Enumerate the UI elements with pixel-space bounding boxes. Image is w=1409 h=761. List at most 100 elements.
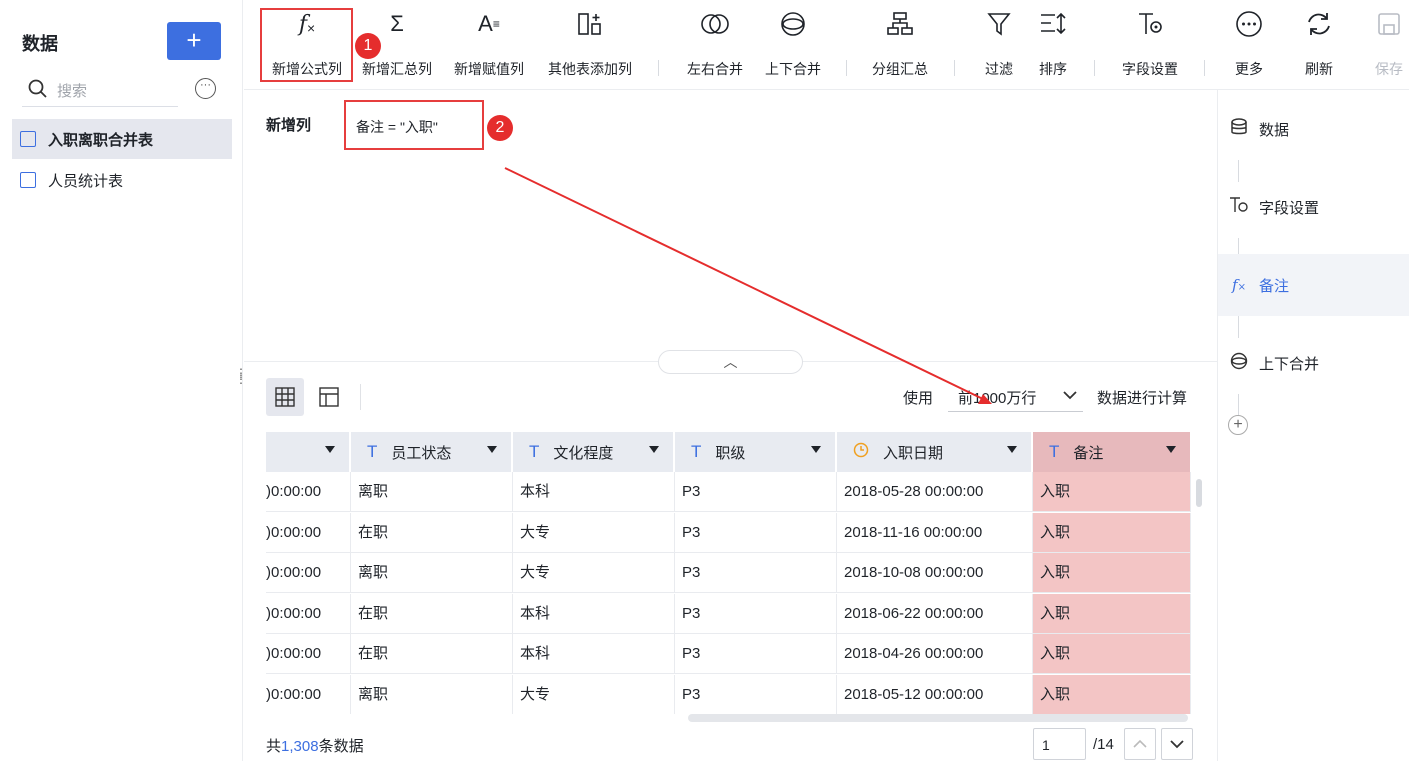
table-cell[interactable]: 大专 (513, 674, 675, 714)
step-label: 数据 (1259, 121, 1290, 139)
table-cell[interactable]: 入职 (1033, 634, 1191, 674)
table-cell[interactable]: )0:00:00 (266, 593, 351, 634)
step-item-join-vertical[interactable]: 上下合并 (1218, 332, 1409, 394)
table-cell[interactable]: 在职 (351, 593, 513, 634)
table-cell[interactable]: 2018-11-16 00:00:00 (837, 512, 1033, 553)
table-cell[interactable]: 本科 (513, 593, 675, 634)
save-button[interactable]: 保存 (1364, 8, 1409, 84)
add-step-icon[interactable]: + (1228, 415, 1248, 435)
table-cell[interactable]: )0:00:00 (266, 634, 351, 674)
table-cell[interactable]: 2018-06-22 00:00:00 (837, 593, 1033, 634)
row-limit-select[interactable]: 前1000万行 (948, 380, 1083, 412)
table-cell[interactable]: 大专 (513, 512, 675, 553)
table-cell[interactable]: 在职 (351, 512, 513, 553)
table-cell[interactable]: P3 (675, 472, 837, 512)
table-cell[interactable]: P3 (675, 512, 837, 553)
column-header[interactable]: T 职级 (675, 432, 836, 472)
field-settings-icon (1219, 196, 1259, 218)
more-button[interactable]: 更多 (1224, 8, 1274, 84)
sort-icon (1028, 8, 1078, 40)
table-cell[interactable]: 入职 (1033, 472, 1191, 512)
dropdown-arrow-icon[interactable] (1007, 446, 1017, 453)
layout-view-button[interactable] (310, 378, 348, 416)
total-suffix: 条数据 (318, 738, 364, 755)
table-cell[interactable]: 入职 (1033, 553, 1191, 593)
table-cell[interactable]: 大专 (513, 553, 675, 593)
column-header[interactable] (266, 432, 350, 472)
step-item-field-settings[interactable]: 字段设置 (1218, 176, 1409, 238)
dropdown-arrow-icon[interactable] (649, 446, 659, 453)
toolbar-label: 其他表添加列 (548, 61, 632, 77)
table-cell[interactable]: 2018-04-26 00:00:00 (837, 634, 1033, 674)
table-cell[interactable]: 在职 (351, 634, 513, 674)
dropdown-arrow-icon[interactable] (325, 446, 335, 453)
total-number: 1,308 (281, 738, 319, 755)
add-assign-column-button[interactable]: A ≡ 新增赋值列 (446, 8, 532, 84)
steps-panel: 数据 字段设置 f× 备注 上下合并 + (1217, 90, 1409, 761)
table-cell[interactable]: 入职 (1033, 593, 1191, 634)
column-header[interactable]: T 员工状态 (351, 432, 512, 472)
step-item-data[interactable]: 数据 (1218, 98, 1409, 160)
column-header[interactable]: 入职日期 (837, 432, 1032, 472)
sidebar-item-join-table[interactable]: 入职离职合并表 (12, 119, 232, 159)
prev-page-button[interactable] (1124, 728, 1156, 760)
table-cell[interactable]: 2018-10-08 00:00:00 (837, 553, 1033, 593)
join-horizontal-button[interactable]: 左右合并 (674, 8, 756, 84)
column-header[interactable]: T 文化程度 (513, 432, 674, 472)
toolbar-label: 排序 (1039, 61, 1067, 77)
grid-view-button[interactable] (266, 378, 304, 416)
table-cell[interactable]: 2018-05-12 00:00:00 (837, 674, 1033, 714)
table-cell[interactable]: 离职 (351, 553, 513, 593)
toolbar-label: 分组汇总 (872, 61, 928, 77)
table-cell[interactable]: 入职 (1033, 512, 1191, 553)
table-cell[interactable]: P3 (675, 553, 837, 593)
table-cell[interactable]: )0:00:00 (266, 553, 351, 593)
resize-handle[interactable]: ⋮ ⋮ (235, 367, 248, 385)
filter-button[interactable]: 过滤 (974, 8, 1024, 84)
table-cell[interactable]: 本科 (513, 634, 675, 674)
sort-button[interactable]: 排序 (1028, 8, 1078, 84)
dropdown-arrow-icon[interactable] (1166, 446, 1176, 453)
join-vertical-button[interactable]: 上下合并 (752, 8, 834, 84)
field-settings-button[interactable]: 字段设置 (1110, 8, 1190, 84)
sidebar-item-staff-stats[interactable]: 人员统计表 (12, 160, 232, 200)
add-column-icon (538, 8, 642, 40)
refresh-button[interactable]: 刷新 (1294, 8, 1344, 84)
table-cell[interactable]: P3 (675, 634, 837, 674)
more-options-icon[interactable]: ··· (195, 78, 216, 99)
table-cell[interactable]: )0:00:00 (266, 472, 351, 512)
assign-icon: A ≡ (478, 11, 500, 36)
page-input[interactable]: 1 (1033, 728, 1086, 760)
search-input[interactable]: 搜索 (22, 74, 178, 107)
add-button[interactable]: + (167, 22, 221, 60)
table-cell[interactable]: )0:00:00 (266, 674, 351, 714)
data-table: T 员工状态 T 文化程度 T 职级 入职日期 T 备注 )0:00:00 离职 本科 P3 2… (266, 432, 1193, 714)
dropdown-arrow-icon[interactable] (487, 446, 497, 453)
table-cell[interactable]: P3 (675, 674, 837, 714)
join-vertical-icon (752, 8, 834, 40)
table-cell[interactable]: 本科 (513, 472, 675, 512)
table-cell[interactable]: 离职 (351, 472, 513, 512)
left-sidebar: 数据 + 搜索 ··· 入职离职合并表 人员统计表 (0, 0, 243, 761)
step-badge-1: 1 (355, 33, 381, 59)
more-icon (1224, 8, 1274, 40)
collapse-toggle[interactable]: ︿ (658, 350, 803, 374)
table-cell[interactable]: P3 (675, 593, 837, 634)
column-header-remark[interactable]: T 备注 (1033, 432, 1191, 472)
table-cell[interactable]: 入职 (1033, 674, 1191, 714)
chevron-up-icon: ︿ (723, 354, 738, 370)
toolbar-label: 保存 (1375, 61, 1403, 77)
step-item-remark[interactable]: f× 备注 (1218, 254, 1409, 316)
table-cell[interactable]: )0:00:00 (266, 512, 351, 553)
group-summary-button[interactable]: 分组汇总 (860, 8, 940, 84)
dropdown-arrow-icon[interactable] (811, 446, 821, 453)
horizontal-scrollbar[interactable] (688, 714, 1188, 722)
next-page-button[interactable] (1161, 728, 1193, 760)
database-icon (1219, 118, 1259, 140)
total-count: 共1,308条数据 (266, 735, 364, 756)
table-cell[interactable]: 离职 (351, 674, 513, 714)
sidebar-title: 数据 (22, 34, 58, 54)
vertical-scrollbar[interactable] (1196, 479, 1202, 507)
add-column-from-other-table-button[interactable]: 其他表添加列 (538, 8, 642, 84)
table-cell[interactable]: 2018-05-28 00:00:00 (837, 472, 1033, 512)
